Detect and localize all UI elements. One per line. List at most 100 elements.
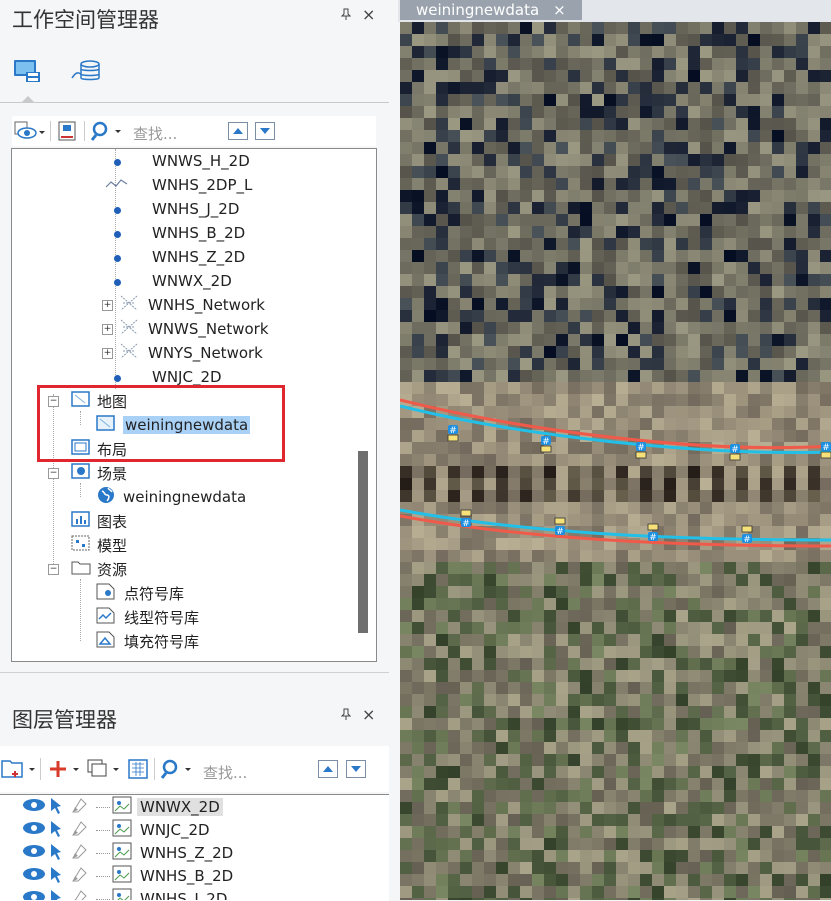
tree-item-dataset[interactable]: + WNWS_Network <box>102 317 269 341</box>
layer-extent-icon[interactable] <box>126 758 152 780</box>
tree-connector <box>96 875 110 877</box>
tree-item-dataset[interactable]: + WNYS_Network <box>102 341 263 365</box>
layer-move-down-button[interactable] <box>346 760 366 778</box>
layer-row[interactable]: WNHS_B_2D <box>0 865 389 887</box>
editable-icon[interactable] <box>70 888 90 900</box>
map-view[interactable]: # # # # # # # # # <box>400 22 831 900</box>
line-symbol-library-icon <box>96 606 116 628</box>
selectable-icon[interactable] <box>48 888 66 900</box>
tree-node-charts[interactable]: 图表 <box>48 509 127 533</box>
toolbar-separator <box>40 758 41 780</box>
layer-rows: WNWX_2D WNJC_2D WNHS_Z_2D WNHS_B_2D WNHS_J_2… <box>0 796 389 900</box>
dataset-label: WNWX_2D <box>152 272 232 290</box>
svg-text:#: # <box>637 443 645 453</box>
expand-icon[interactable]: + <box>102 299 113 311</box>
tree-node-models[interactable]: 模型 <box>48 533 127 557</box>
tree-item-resource[interactable]: 线型符号库 <box>96 605 199 629</box>
editable-icon[interactable] <box>70 865 90 887</box>
move-up-button[interactable] <box>228 122 248 140</box>
point-dataset-icon <box>104 152 130 170</box>
point-dataset-icon <box>104 224 130 242</box>
visible-eye-icon[interactable] <box>22 798 46 816</box>
layer-style-icon[interactable] <box>86 758 122 780</box>
properties-icon[interactable] <box>56 120 80 142</box>
dataset-label: WNHS_2DP_L <box>152 176 253 194</box>
layer-search-input[interactable]: 查找... <box>203 762 247 783</box>
visible-eye-icon[interactable] <box>22 867 46 885</box>
visible-eye-icon[interactable] <box>22 821 46 839</box>
network-dataset-icon <box>119 318 139 340</box>
workspace-search-input[interactable]: 查找... <box>133 123 177 144</box>
svg-text:#: # <box>462 519 470 529</box>
collapse-icon[interactable]: − <box>48 467 59 479</box>
expand-icon[interactable]: + <box>102 323 113 335</box>
tree-node-scenes[interactable]: − 场景 <box>48 461 127 485</box>
dataset-label: WNHS_J_2D <box>152 200 240 218</box>
selectable-icon[interactable] <box>48 819 66 841</box>
tree-item-dataset[interactable]: + WNHS_Network <box>102 293 265 317</box>
workspace-view-icon[interactable] <box>12 58 44 86</box>
active-view-pointer <box>22 96 34 102</box>
dataset-label: WNJC_2D <box>152 368 222 386</box>
tree-item-scene[interactable]: weiningnewdata <box>96 485 246 509</box>
collapse-icon[interactable]: − <box>48 563 59 575</box>
editable-icon[interactable] <box>70 796 90 818</box>
tree-connector <box>96 852 110 854</box>
pin-icon[interactable] <box>340 708 352 724</box>
selectable-icon[interactable] <box>48 865 66 887</box>
tree-connector <box>96 829 110 831</box>
tree-item-dataset[interactable]: WNHS_2DP_L <box>104 173 252 197</box>
workspace-scrollbar[interactable] <box>350 149 374 659</box>
layer-type-icon <box>112 865 132 887</box>
editable-icon[interactable] <box>70 842 90 864</box>
selectable-icon[interactable] <box>48 796 66 818</box>
layer-type-icon <box>112 819 132 841</box>
valve-marker-icon: # <box>820 442 831 459</box>
tree-item-dataset[interactable]: WNHS_Z_2D <box>104 245 245 269</box>
layer-type-icon <box>112 796 132 818</box>
close-workspace-button[interactable]: × <box>362 5 375 24</box>
panel-splitter[interactable] <box>0 672 389 673</box>
visibility-dropdown-icon[interactable] <box>14 120 46 142</box>
layer-label: WNWX_2D <box>137 798 223 816</box>
search-dropdown-icon[interactable] <box>160 758 192 780</box>
layer-row[interactable]: WNHS_Z_2D <box>0 842 389 864</box>
tree-item-resource[interactable]: 填充符号库 <box>96 629 199 653</box>
layer-row[interactable]: WNHS_J_2D <box>0 888 389 900</box>
tree-node-resources[interactable]: − 资源 <box>48 557 127 581</box>
point-dataset-icon <box>104 272 130 290</box>
layer-row[interactable]: WNJC_2D <box>0 819 389 841</box>
layer-row[interactable]: WNWX_2D <box>0 796 389 818</box>
dataset-label: WNHS_B_2D <box>152 224 246 242</box>
svg-text:#: # <box>556 527 564 537</box>
fill-symbol-library-icon <box>96 630 116 652</box>
expand-icon[interactable]: + <box>102 347 113 359</box>
visible-eye-icon[interactable] <box>22 890 46 900</box>
map-document-tab[interactable]: weiningnewdata × <box>400 0 582 20</box>
resources-folder-icon <box>71 558 91 580</box>
line-dataset-icon <box>104 176 130 194</box>
tree-item-dataset[interactable]: WNHS_B_2D <box>104 221 245 245</box>
layer-manager-title: 图层管理器 <box>12 708 117 732</box>
database-view-icon[interactable] <box>70 58 102 86</box>
new-layer-group-icon[interactable] <box>0 758 38 780</box>
left-dock: 工作空间管理器 × 查找... WNWS_H_2D WNHS_2DP_L WNH… <box>0 0 395 901</box>
close-layer-manager-button[interactable]: × <box>362 705 375 724</box>
editable-icon[interactable] <box>70 819 90 841</box>
move-down-button[interactable] <box>255 122 275 140</box>
layer-move-up-button[interactable] <box>318 760 338 778</box>
tree-item-dataset[interactable]: WNWX_2D <box>104 269 232 293</box>
add-layer-icon[interactable] <box>46 758 82 780</box>
selectable-icon[interactable] <box>48 842 66 864</box>
resource-label: 填充符号库 <box>124 632 200 651</box>
tree-item-dataset[interactable]: WNHS_J_2D <box>104 197 239 221</box>
scrollbar-thumb[interactable] <box>358 451 368 633</box>
visible-eye-icon[interactable] <box>22 844 46 862</box>
globe-icon <box>96 485 116 509</box>
pin-icon[interactable] <box>340 8 352 24</box>
tree-item-dataset[interactable]: WNWS_H_2D <box>104 149 250 173</box>
close-tab-button[interactable]: × <box>553 1 566 19</box>
scene-item-label: weiningnewdata <box>123 488 247 506</box>
tree-item-resource[interactable]: 点符号库 <box>96 581 184 605</box>
search-dropdown-icon[interactable] <box>90 120 122 142</box>
